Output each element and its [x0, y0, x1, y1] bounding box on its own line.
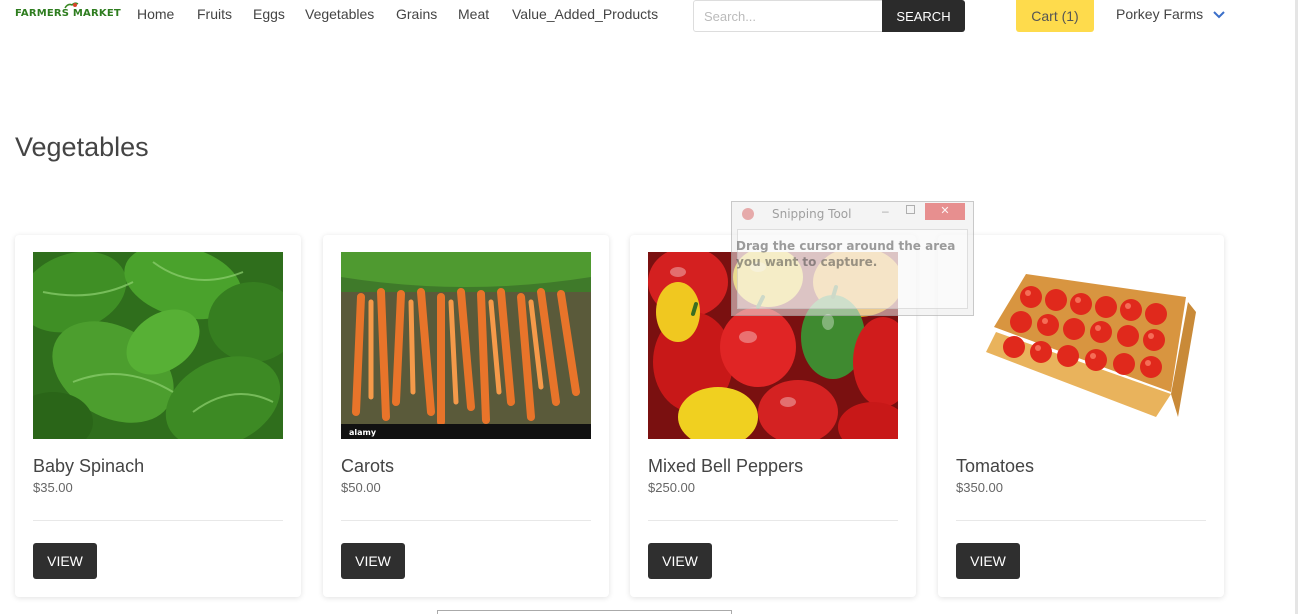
view-button-carots[interactable]: VIEW — [341, 543, 405, 579]
page-title: Vegetables — [15, 132, 149, 162]
snipping-tool-icon — [742, 208, 754, 220]
card-divider — [956, 520, 1206, 521]
product-price: $50.00 — [341, 480, 381, 495]
nav-link-meat[interactable]: Meat — [458, 6, 489, 22]
card-divider — [33, 520, 283, 521]
navbar: FARMERS MARKET Home Fruits Eggs Vegetabl… — [0, 0, 1298, 32]
user-menu-dropdown[interactable]: Porkey Farms — [1116, 6, 1225, 22]
view-button-tomatoes[interactable]: VIEW — [956, 543, 1020, 579]
nav-link-value-added-products[interactable]: Value_Added_Products — [512, 6, 658, 22]
product-price: $35.00 — [33, 480, 73, 495]
sprout-icon — [64, 2, 79, 9]
product-card-carots: alamy Carots $50.00 VIEW — [323, 235, 609, 597]
search-input[interactable] — [693, 0, 883, 32]
card-divider — [648, 520, 898, 521]
bottom-element-edge — [437, 610, 732, 614]
product-name: Carots — [341, 456, 395, 476]
svg-text:alamy: alamy — [349, 428, 377, 437]
product-image-spinach[interactable] — [33, 252, 283, 439]
snipping-tool-window[interactable]: Snipping Tool – ✕ Drag the cursor around… — [731, 201, 974, 316]
snipping-tool-message: Drag the cursor around the area you want… — [736, 239, 956, 269]
nav-link-grains[interactable]: Grains — [396, 6, 437, 22]
snipping-tool-title: Snipping Tool — [772, 207, 852, 221]
product-price: $250.00 — [648, 480, 695, 495]
view-button-baby-spinach[interactable]: VIEW — [33, 543, 97, 579]
product-name: Tomatoes — [956, 456, 1035, 476]
product-image-carrots[interactable]: alamy — [341, 252, 591, 439]
nav-link-eggs[interactable]: Eggs — [253, 6, 285, 22]
product-price: $350.00 — [956, 480, 1003, 495]
search-button[interactable]: SEARCH — [882, 0, 965, 32]
farmers-market-logo[interactable]: FARMERS MARKET — [15, 2, 121, 19]
user-name: Porkey Farms — [1116, 6, 1204, 22]
card-divider — [341, 520, 591, 521]
nav-link-vegetables[interactable]: Vegetables — [305, 6, 374, 22]
product-image-tomatoes[interactable] — [956, 252, 1206, 439]
cart-button[interactable]: Cart (1) — [1016, 0, 1094, 32]
close-icon[interactable]: ✕ — [925, 203, 965, 220]
nav-link-fruits[interactable]: Fruits — [197, 6, 232, 22]
logo-text-market: MARKET — [72, 8, 121, 19]
chevron-down-icon — [1213, 11, 1225, 19]
product-name: Mixed Bell Peppers — [648, 456, 804, 476]
view-button-mixed-bell-peppers[interactable]: VIEW — [648, 543, 712, 579]
nav-link-home[interactable]: Home — [137, 6, 174, 22]
minimize-icon[interactable]: – — [882, 204, 889, 218]
product-name: Baby Spinach — [33, 456, 145, 476]
logo-text-farmers: FARMERS — [15, 8, 70, 19]
product-card-baby-spinach: Baby Spinach $35.00 VIEW — [15, 235, 301, 597]
product-card-tomatoes: Tomatoes $350.00 VIEW — [938, 235, 1224, 597]
maximize-icon[interactable] — [906, 205, 915, 214]
